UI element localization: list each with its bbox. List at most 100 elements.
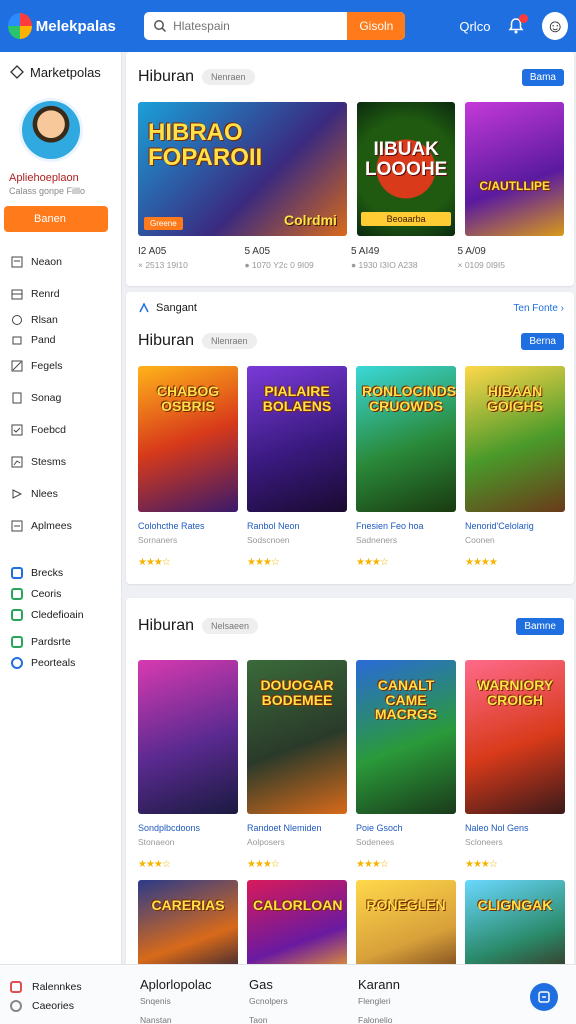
game-title[interactable]: Randoet Nlemiden bbox=[247, 823, 347, 833]
sidebar2-item-3[interactable]: Pardsrte bbox=[0, 631, 121, 652]
sidebar-item-label: Sonag bbox=[31, 392, 62, 404]
section-button[interactable]: Berna bbox=[521, 332, 564, 350]
brand-logo-icon[interactable] bbox=[8, 13, 32, 39]
bottom-link-1[interactable]: Caeories bbox=[10, 996, 82, 1015]
game-cover[interactable] bbox=[138, 660, 238, 814]
diamond-icon bbox=[10, 65, 24, 79]
tile-art-text: C/AUTLLIPE bbox=[479, 179, 551, 193]
sidebar-item-2[interactable]: Rlsan bbox=[0, 310, 121, 330]
game-subtitle: Sornaners bbox=[138, 535, 178, 545]
sidebar-nav: Neaon Renrd Rlsan Pand Fegels Sonag Foeb… bbox=[0, 246, 121, 542]
game-title[interactable]: Nenorid'Celolarig bbox=[465, 521, 565, 531]
game-card[interactable]: CARERIAS bbox=[138, 880, 238, 964]
game-card[interactable]: PIALAIRE BOLAENS Ranbol Neon Sodscnoen ★★★☆ bbox=[247, 366, 347, 568]
section-chip[interactable]: Nlenraen bbox=[202, 333, 257, 349]
game-card[interactable]: RONLOCINDS CRUOWDS Fnesien Feo hoa Sadnene… bbox=[356, 366, 456, 568]
bottom-col-sub2: Taon bbox=[249, 1015, 268, 1024]
sidebar-item-5[interactable]: Sonag bbox=[0, 382, 121, 414]
game-cover[interactable]: CANALT CAME MACRGS bbox=[356, 660, 456, 814]
game-card[interactable]: Sondplbcdoons Stonaeon ★★★☆ bbox=[138, 660, 238, 870]
sidebar-item-0[interactable]: Neaon bbox=[0, 246, 121, 278]
sidebar2-item-4[interactable]: Peorteals bbox=[0, 652, 121, 673]
game-cover[interactable]: DOUOGAR BODEMEE bbox=[247, 660, 347, 814]
game-card[interactable]: CLIGNGAK bbox=[465, 880, 565, 964]
game-cover[interactable]: CLIGNGAK bbox=[465, 880, 565, 964]
star-rating: ★★★☆ bbox=[465, 859, 498, 870]
sidebar2-label: Ceoris bbox=[31, 587, 62, 600]
cover-text: CALORLOAN bbox=[253, 897, 343, 913]
game-cover[interactable]: PIALAIRE BOLAENS bbox=[247, 366, 347, 512]
sidebar2-item-0[interactable]: Brecks bbox=[0, 562, 121, 583]
game-cover[interactable]: RONLOCINDS CRUOWDS bbox=[356, 366, 456, 512]
sidebar-cta-button[interactable]: Banen bbox=[4, 206, 108, 232]
sidebar-item-label: Stesms bbox=[31, 456, 67, 468]
sidebar-item-6[interactable]: Foebcd bbox=[0, 414, 121, 446]
game-card[interactable]: DOUOGAR BODEMEE Randoet Nlemiden Aolposers… bbox=[247, 660, 347, 870]
bottom-column-2[interactable]: Karann Flengleri Falonelio bbox=[358, 977, 400, 1024]
profile-avatar[interactable] bbox=[19, 98, 83, 162]
section-button[interactable]: Bama bbox=[521, 68, 564, 86]
stat-meta: × 2513 19I10 bbox=[138, 260, 188, 270]
game-card[interactable]: CANALT CAME MACRGS Poie Gsoch Sodenees ★★★☆ bbox=[356, 660, 456, 870]
sidebar-item-7[interactable]: Stesms bbox=[0, 446, 121, 478]
cover-text: HIBAAN GOIGHS bbox=[486, 383, 543, 414]
section-chip[interactable]: Nelsaeen bbox=[202, 618, 259, 634]
bottom-column-0[interactable]: Aplorlopolac Snqenis Nanstan bbox=[140, 977, 212, 1024]
sidebar-title[interactable]: Marketpolas bbox=[0, 52, 121, 92]
game-card[interactable]: WARNIORY CROIGH Naleo Nol Gens Scloneers ★★… bbox=[465, 660, 565, 870]
game-card[interactable]: RONEGLEN bbox=[356, 880, 456, 964]
header-link[interactable]: Qrlco bbox=[459, 19, 490, 34]
game-title[interactable]: Sondplbcdoons bbox=[138, 823, 238, 833]
help-button[interactable] bbox=[530, 983, 558, 1011]
search-icon bbox=[154, 20, 167, 33]
section-header: Hiburan Nlenraen Berna bbox=[126, 324, 574, 358]
hero-art-text: HIBRAO FOPAROII bbox=[148, 119, 263, 172]
check-square-icon bbox=[11, 635, 23, 648]
sidebar2-item-1[interactable]: Ceoris bbox=[0, 583, 121, 604]
game-title[interactable]: Fnesien Feo hoa bbox=[356, 521, 456, 531]
game-cover[interactable]: CHABOG OSBRIS bbox=[138, 366, 238, 512]
bottom-column-1[interactable]: Gas Gcnolpers Taon bbox=[249, 977, 288, 1024]
featured-tile-2[interactable]: C/AUTLLIPE bbox=[465, 102, 564, 236]
game-card[interactable]: CHABOG OSBRIS Colohcthe Rates Sornaners ★★★… bbox=[138, 366, 238, 568]
game-title[interactable]: Ranbol Neon bbox=[247, 521, 347, 531]
game-title[interactable]: Naleo Nol Gens bbox=[465, 823, 565, 833]
game-cover[interactable]: RONEGLEN bbox=[356, 880, 456, 964]
star-rating: ★★★☆ bbox=[356, 859, 389, 870]
sidebar-item-1[interactable]: Renrd bbox=[0, 278, 121, 310]
sidebar-item-label: Pand bbox=[31, 334, 56, 346]
stat-meta: ● 1930 I3IO A238 bbox=[351, 260, 418, 270]
game-section-3: Hiburan Nelsaeen Bamne Sondplbcdoons Ston… bbox=[126, 598, 574, 964]
bottom-col-sub: Gcnolpers bbox=[249, 996, 288, 1006]
game-title[interactable]: Poie Gsoch bbox=[356, 823, 456, 833]
tile-art-text: IIBUAK LOOOHE bbox=[365, 139, 448, 180]
subrow-link[interactable]: Ten Fonte › bbox=[513, 303, 564, 314]
search-input[interactable] bbox=[173, 19, 348, 33]
game-cover[interactable]: CARERIAS bbox=[138, 880, 238, 964]
user-avatar-icon[interactable]: ☺ bbox=[542, 12, 568, 40]
search-button[interactable]: Gisoln bbox=[347, 12, 406, 40]
sidebar2-item-2[interactable]: Cledefioain bbox=[0, 604, 121, 625]
game-cover[interactable]: CALORLOAN bbox=[247, 880, 347, 964]
game-title[interactable]: Colohcthe Rates bbox=[138, 521, 238, 531]
sidebar-item-9[interactable]: Aplmees bbox=[0, 510, 121, 542]
game-card[interactable]: CALORLOAN bbox=[247, 880, 347, 964]
section-chip[interactable]: Nenraen bbox=[202, 69, 255, 85]
sidebar-item-3[interactable]: Pand bbox=[0, 330, 121, 350]
bottom-link-label: Caeories bbox=[32, 999, 75, 1012]
bottom-link-0[interactable]: Ralennkes bbox=[10, 977, 82, 996]
list-icon bbox=[11, 256, 23, 268]
game-subtitle: Sodenees bbox=[356, 837, 395, 847]
game-cover[interactable]: HIBAAN GOIGHS bbox=[465, 366, 565, 512]
notification-button[interactable] bbox=[506, 14, 529, 36]
featured-tile-1[interactable]: IIBUAK LOOOHE Beoaarba bbox=[356, 102, 456, 236]
sidebar-item-8[interactable]: Nlees bbox=[0, 478, 121, 510]
game-card[interactable]: HIBAAN GOIGHS Nenorid'Celolarig Coonen ★★★★ bbox=[465, 366, 565, 568]
sidebar-item-4[interactable]: Fegels bbox=[0, 350, 121, 382]
section-header: Hiburan Nelsaeen Bamne bbox=[126, 598, 574, 654]
brand-name[interactable]: Melekpalas bbox=[36, 18, 116, 35]
game-cover[interactable]: WARNIORY CROIGH bbox=[465, 660, 565, 814]
section-button[interactable]: Bamne bbox=[516, 617, 564, 635]
hero-game-tile[interactable]: HIBRAO FOPAROII Greene Colrdmi bbox=[138, 102, 347, 236]
stat-value: 5 AI49 bbox=[351, 246, 380, 257]
